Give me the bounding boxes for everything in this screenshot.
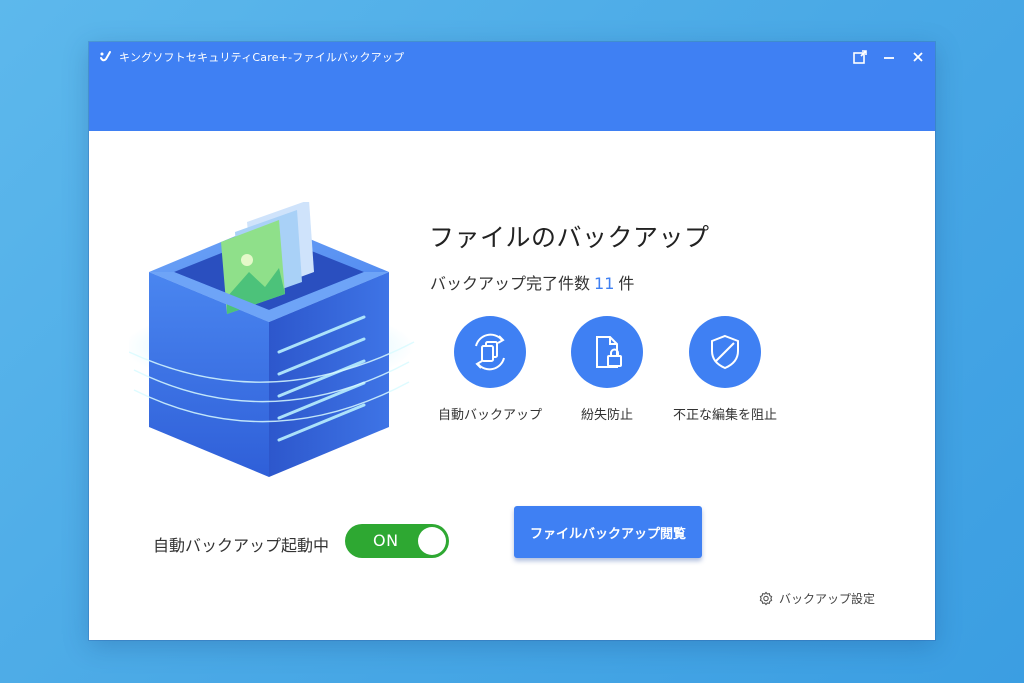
app-window: キングソフトセキュリティCare+-ファイルバックアップ ファイルのバックアップ… bbox=[89, 42, 935, 640]
backup-count-unit: 件 bbox=[618, 274, 635, 293]
toggle-state-text: ON bbox=[373, 531, 399, 550]
feature-auto-backup: 自動バックアップ bbox=[430, 316, 550, 426]
close-icon bbox=[913, 52, 923, 62]
title-bar: キングソフトセキュリティCare+-ファイルバックアップ bbox=[89, 42, 935, 131]
copy-sync-icon bbox=[475, 333, 505, 371]
browse-backup-button[interactable]: ファイルバックアップ閲覧 bbox=[514, 506, 702, 558]
close-button[interactable] bbox=[909, 48, 927, 66]
new-window-button[interactable] bbox=[851, 48, 869, 66]
backup-server-illustration bbox=[129, 202, 415, 477]
backup-count: バックアップ完了件数 11 件 bbox=[430, 270, 634, 294]
auto-backup-status-label: 自動バックアップ起動中 bbox=[153, 536, 330, 555]
shield-icon bbox=[711, 334, 739, 370]
feature-edit-protection-badge bbox=[689, 316, 761, 388]
app-logo-icon bbox=[100, 51, 111, 62]
feature-loss-prevention: 紛失防止 bbox=[547, 316, 667, 426]
backup-count-label: バックアップ完了件数 bbox=[430, 274, 591, 293]
feature-auto-backup-label: 自動バックアップ bbox=[437, 408, 542, 423]
feature-loss-prevention-label: 紛失防止 bbox=[580, 408, 633, 423]
backup-settings-link[interactable]: バックアップ設定 bbox=[758, 590, 875, 607]
file-lock-icon bbox=[596, 336, 622, 368]
page-title: ファイルのバックアップ bbox=[429, 223, 710, 252]
minimize-button[interactable] bbox=[880, 48, 898, 66]
toggle-knob bbox=[418, 527, 446, 555]
minimize-icon bbox=[884, 57, 894, 59]
auto-backup-toggle[interactable]: ON bbox=[345, 524, 449, 558]
feature-edit-protection: 不正な編集を阻止 bbox=[665, 316, 785, 426]
new-window-icon bbox=[853, 50, 867, 64]
feature-auto-backup-badge bbox=[454, 316, 526, 388]
feature-loss-prevention-badge bbox=[571, 316, 643, 388]
backup-count-value: 11 bbox=[594, 274, 615, 293]
window-title: キングソフトセキュリティCare+-ファイルバックアップ bbox=[119, 51, 405, 64]
gear-icon bbox=[759, 591, 773, 605]
feature-edit-protection-label: 不正な編集を阻止 bbox=[672, 408, 777, 423]
backup-settings-label: バックアップ設定 bbox=[779, 592, 876, 606]
